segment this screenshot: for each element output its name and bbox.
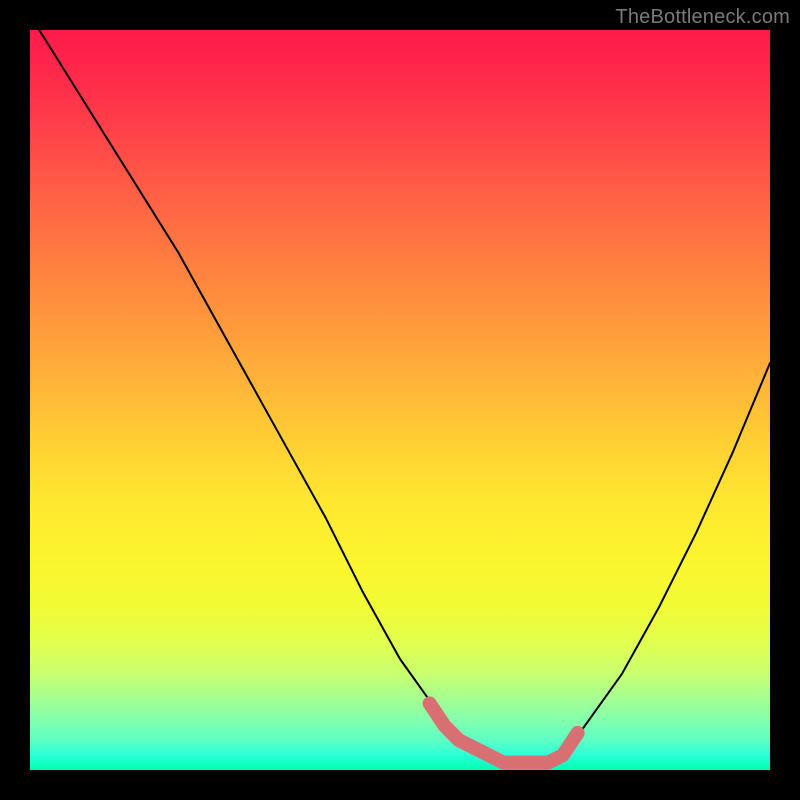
chart-stage: TheBottleneck.com xyxy=(0,0,800,800)
highlight-dot xyxy=(571,726,585,740)
watermark-text: TheBottleneck.com xyxy=(615,6,790,29)
curve-svg xyxy=(30,30,770,770)
plot-area xyxy=(30,30,770,770)
highlight-curve xyxy=(430,703,578,762)
main-curve xyxy=(30,30,770,763)
